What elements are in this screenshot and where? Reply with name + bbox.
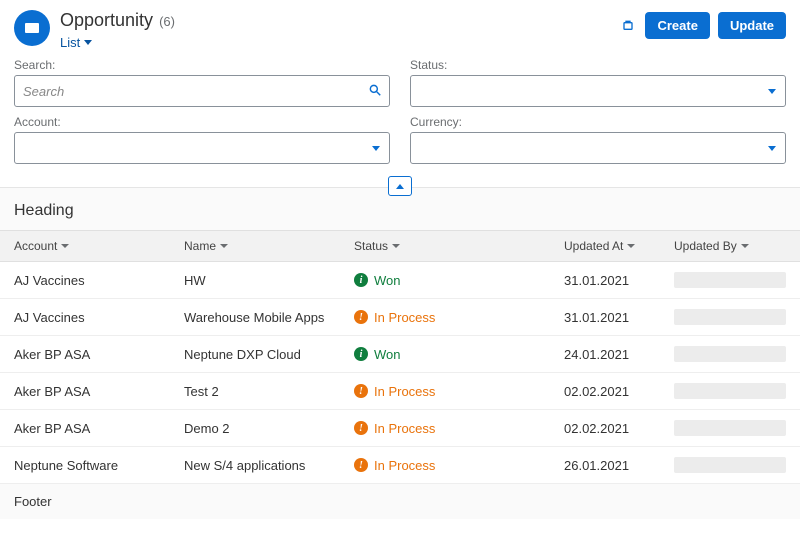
chevron-down-icon [627, 244, 635, 248]
chevron-down-icon [741, 244, 749, 248]
page-count: (6) [159, 14, 175, 29]
cell-name: Test 2 [184, 384, 354, 399]
collapse-filters-button[interactable] [388, 176, 412, 196]
cell-updated-by [674, 272, 786, 288]
cell-name: Demo 2 [184, 421, 354, 436]
column-name[interactable]: Name [184, 239, 354, 253]
search-field: Search: [14, 58, 390, 107]
status-select[interactable] [410, 75, 786, 107]
page-header: Opportunity (6) List Create Update [0, 0, 800, 58]
table-row[interactable]: Aker BP ASANeptune DXP Cloudi Won 24.01.20… [0, 336, 800, 373]
account-select[interactable] [14, 132, 390, 164]
warning-icon: ! [354, 384, 368, 398]
chevron-up-icon [396, 184, 404, 189]
table-row[interactable]: Aker BP ASADemo 2! In Process 02.02.2021 [0, 410, 800, 447]
cell-updated-by [674, 346, 786, 362]
opportunity-icon [25, 23, 39, 33]
table-footer: Footer [0, 484, 800, 519]
cell-updated-at: 31.01.2021 [534, 273, 674, 288]
account-field: Account: [14, 115, 390, 164]
account-label: Account: [14, 115, 390, 129]
status-text: In Process [374, 384, 435, 399]
update-button[interactable]: Update [718, 12, 786, 39]
cell-name: Warehouse Mobile Apps [184, 310, 354, 325]
search-input[interactable] [14, 75, 390, 107]
table-row[interactable]: AJ VaccinesWarehouse Mobile Apps! In Proc… [0, 299, 800, 336]
cell-name: New S/4 applications [184, 458, 354, 473]
title-block: Opportunity (6) List [60, 10, 609, 50]
cell-updated-at: 26.01.2021 [534, 458, 674, 473]
table-row[interactable]: Aker BP ASATest 2! In Process 02.02.2021 [0, 373, 800, 410]
cell-name: HW [184, 273, 354, 288]
variant-icon[interactable] [619, 17, 637, 35]
cell-updated-at: 02.02.2021 [534, 421, 674, 436]
info-icon: i [354, 347, 368, 361]
placeholder [674, 383, 786, 399]
cell-status: i Won [354, 347, 534, 362]
table-header: Account Name Status Updated At Updated B… [0, 230, 800, 262]
status-text: Won [374, 273, 401, 288]
table-row[interactable]: Neptune SoftwareNew S/4 applications! In … [0, 447, 800, 484]
status-text: Won [374, 347, 401, 362]
chevron-down-icon [61, 244, 69, 248]
cell-status: ! In Process [354, 310, 534, 325]
chevron-down-icon [392, 244, 400, 248]
table-body: AJ VaccinesHWiWon31.01.2021AJ VaccinesWa… [0, 262, 800, 484]
column-updated-at[interactable]: Updated At [534, 239, 674, 253]
cell-status: ! In Process [354, 384, 534, 399]
cell-name: Neptune DXP Cloud [184, 347, 354, 362]
currency-select[interactable] [410, 132, 786, 164]
search-label: Search: [14, 58, 390, 72]
status-label: Status: [410, 58, 786, 72]
cell-updated-at: 31.01.2021 [534, 310, 674, 325]
cell-updated-at: 24.01.2021 [534, 347, 674, 362]
cell-updated-by [674, 383, 786, 399]
status-field: Status: [410, 58, 786, 107]
placeholder [674, 420, 786, 436]
cell-updated-by [674, 309, 786, 325]
placeholder [674, 346, 786, 362]
placeholder [674, 272, 786, 288]
currency-field: Currency: [410, 115, 786, 164]
page-title: Opportunity [60, 10, 153, 31]
cell-status: ! In Process [354, 458, 534, 473]
cell-account: AJ Vaccines [14, 273, 184, 288]
view-selector[interactable]: List [60, 35, 92, 50]
chevron-down-icon [220, 244, 228, 248]
warning-icon: ! [354, 310, 368, 324]
cell-updated-by [674, 420, 786, 436]
cell-status: ! In Process [354, 421, 534, 436]
table-row[interactable]: AJ VaccinesHWi Won 31.01.2021 [0, 262, 800, 299]
column-status[interactable]: Status [354, 239, 534, 253]
collapse-bar [0, 174, 800, 188]
cell-status: i Won [354, 273, 534, 288]
cell-updated-by [674, 457, 786, 473]
cell-account: Aker BP ASA [14, 421, 184, 436]
warning-icon: ! [354, 458, 368, 472]
status-text: In Process [374, 458, 435, 473]
filter-bar: Search: Status: Account: Currency: [0, 58, 800, 174]
create-button[interactable]: Create [645, 12, 709, 39]
currency-label: Currency: [410, 115, 786, 129]
cell-updated-at: 02.02.2021 [534, 384, 674, 399]
chevron-down-icon [84, 40, 92, 45]
view-label: List [60, 35, 80, 50]
column-account[interactable]: Account [14, 239, 184, 253]
placeholder [674, 309, 786, 325]
app-icon [14, 10, 50, 46]
status-text: In Process [374, 421, 435, 436]
info-icon: i [354, 273, 368, 287]
placeholder [674, 457, 786, 473]
cell-account: Neptune Software [14, 458, 184, 473]
cell-account: Aker BP ASA [14, 347, 184, 362]
warning-icon: ! [354, 421, 368, 435]
column-updated-by[interactable]: Updated By [674, 239, 786, 253]
header-actions: Create Update [619, 10, 786, 39]
status-text: In Process [374, 310, 435, 325]
cell-account: Aker BP ASA [14, 384, 184, 399]
cell-account: AJ Vaccines [14, 310, 184, 325]
